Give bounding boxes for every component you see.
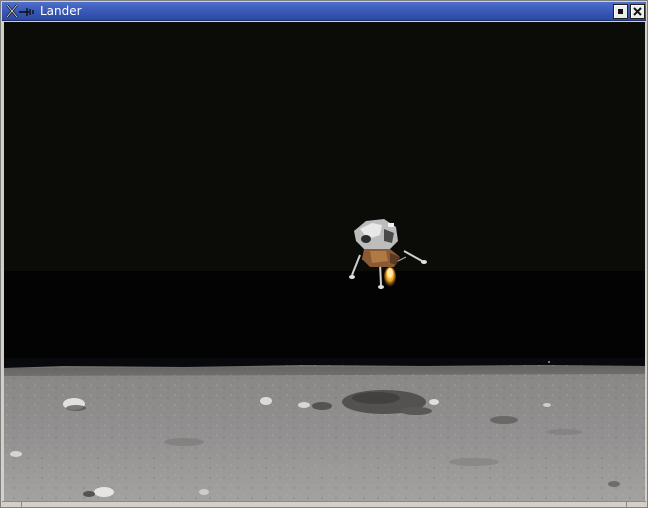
window-title: Lander bbox=[40, 4, 82, 18]
maximize-icon bbox=[618, 9, 623, 14]
resize-corner-right[interactable] bbox=[626, 502, 646, 507]
close-icon bbox=[633, 7, 642, 16]
lunar-scene bbox=[4, 22, 645, 501]
close-button[interactable] bbox=[630, 4, 645, 19]
title-bar[interactable]: Lander bbox=[2, 2, 646, 21]
horizon-band bbox=[4, 271, 645, 366]
lunar-surface bbox=[4, 365, 645, 501]
resize-corner-left[interactable] bbox=[2, 502, 22, 507]
maximize-button[interactable] bbox=[613, 4, 628, 19]
x-window-icon bbox=[6, 4, 34, 18]
game-viewport[interactable] bbox=[4, 22, 645, 501]
lander-window: Lander bbox=[0, 0, 648, 508]
sky bbox=[4, 22, 645, 271]
window-bottom-border[interactable] bbox=[2, 501, 646, 507]
